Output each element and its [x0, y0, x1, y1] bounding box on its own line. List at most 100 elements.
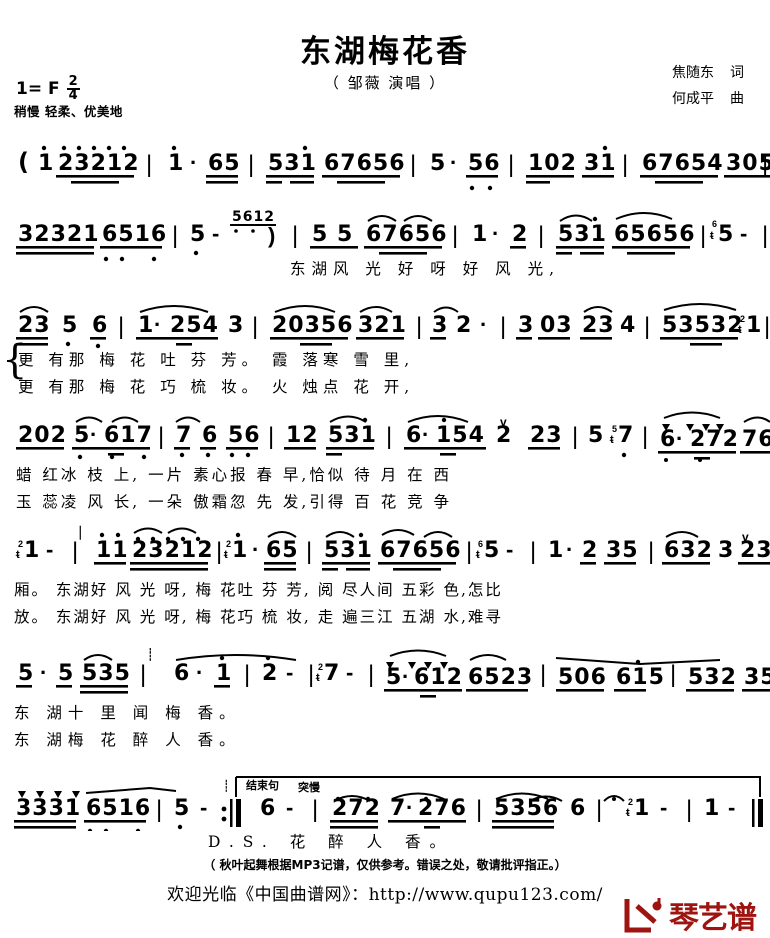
- svg-text:612: 612: [414, 665, 463, 690]
- svg-text:6: 6: [406, 423, 421, 448]
- svg-text:272: 272: [690, 427, 739, 452]
- coda-icon-2: 𝄄: [225, 778, 227, 798]
- svg-text:|: |: [312, 796, 318, 823]
- svg-text:|: |: [306, 538, 312, 565]
- svg-text:|: |: [72, 538, 78, 565]
- svg-text:·: ·: [492, 221, 499, 246]
- svg-text:|: |: [500, 313, 506, 340]
- line-7-notation: 3331 6516 | 5 - 𝄄 结束句 突慢 6 - | 272 7 · 2…: [14, 776, 763, 834]
- svg-text:·: ·: [422, 422, 429, 447]
- svg-text:|: |: [308, 661, 314, 688]
- svg-text:2: 2: [18, 539, 23, 549]
- svg-text:5 5: 5 5: [312, 222, 353, 247]
- svg-text:65656: 65656: [614, 222, 696, 247]
- svg-text:·: ·: [196, 660, 203, 685]
- svg-text:|: |: [670, 661, 676, 688]
- svg-text:2: 2: [740, 314, 745, 324]
- svg-text:|: |: [452, 222, 458, 249]
- svg-text:|: |: [622, 151, 628, 178]
- line-6-notation: 5 · 5 535 | 𝄄 6 · 1 | 2 - | 2 ᵵ 7 - | 5 …: [16, 646, 770, 698]
- svg-text:|: |: [292, 222, 298, 249]
- svg-text:6: 6: [174, 661, 189, 686]
- svg-text:2: 2: [512, 222, 527, 247]
- svg-text:3: 3: [432, 313, 447, 338]
- svg-text:1: 1: [216, 661, 231, 686]
- svg-text:6: 6: [570, 796, 585, 821]
- svg-text:7: 7: [176, 423, 191, 448]
- composer-role: 曲: [730, 91, 744, 107]
- coda-icon: 𝄄: [149, 648, 151, 667]
- svg-text:|: |: [764, 313, 770, 340]
- svg-text:11: 11: [96, 538, 129, 563]
- svg-text:5: 5: [58, 661, 73, 686]
- svg-text:5: 5: [74, 423, 89, 448]
- svg-text:|: |: [146, 151, 152, 178]
- logo-text: 琴艺谱: [669, 901, 757, 936]
- svg-text:1: 1: [548, 538, 563, 563]
- svg-text:ᵵ: ᵵ: [315, 672, 320, 684]
- svg-text:5: 5: [430, 151, 445, 176]
- svg-text:·: ·: [252, 537, 259, 562]
- svg-text:532: 532: [688, 665, 737, 690]
- composer-line: 何成平曲: [672, 86, 744, 112]
- svg-text:|: |: [644, 313, 650, 340]
- svg-text:|: |: [244, 661, 250, 688]
- coda-label: 结束句: [245, 778, 279, 792]
- svg-text:23: 23: [582, 313, 615, 338]
- svg-text:1: 1: [168, 151, 183, 176]
- svg-text:·: ·: [450, 150, 457, 175]
- svg-text:1: 1: [634, 796, 649, 821]
- svg-text:2: 2: [496, 423, 511, 448]
- svg-text:6516: 6516: [86, 796, 151, 821]
- svg-text:5: 5: [718, 222, 733, 247]
- svg-text:7656: 7656: [742, 427, 770, 452]
- svg-text:|: |: [410, 151, 416, 178]
- svg-text:-: -: [46, 537, 53, 562]
- score-line-4: 202 5 · 617 | 7 6 56 | 12 531 | 6 · 154 …: [0, 410, 770, 510]
- svg-text:4: 4: [620, 313, 635, 338]
- svg-text:7: 7: [618, 423, 633, 448]
- svg-text:ᵵ: ᵵ: [609, 434, 614, 446]
- svg-text:ᵵ: ᵵ: [737, 324, 742, 336]
- svg-text:5: 5: [588, 423, 603, 448]
- svg-text:506: 506: [558, 665, 607, 690]
- svg-text:615: 615: [616, 665, 665, 690]
- svg-text:|: |: [156, 796, 162, 823]
- svg-text:|: |: [648, 538, 654, 565]
- svg-text:1: 1: [38, 151, 53, 176]
- sheet-music-page: 东湖梅花香 （ 邹薇 演唱 ） 1= F 2 4 稍慢 轻柔、优美地 焦随东词 …: [0, 0, 770, 938]
- svg-text:3: 3: [718, 538, 733, 563]
- credits: 焦随东词 何成平曲: [672, 60, 744, 112]
- svg-text:·: ·: [40, 660, 47, 685]
- svg-text:|: |: [172, 222, 178, 249]
- line-3-notation: 23 5 6 | 1 · 254 3 | 20356 321 | 3 2 · |…: [16, 303, 770, 349]
- performer-subtitle: （ 邹薇 演唱 ）: [323, 74, 447, 92]
- line-2-lyrics-1: 东湖风 光 好 呀 好 风 光,: [290, 260, 560, 278]
- qupu-logo[interactable]: 琴艺谱: [621, 893, 757, 937]
- svg-text:|: |: [118, 313, 124, 340]
- line-2-notation: 32321 6516 | 5 - 5612 ) | 5 5 67656 | 1 …: [16, 209, 768, 262]
- svg-text:202: 202: [18, 423, 67, 448]
- svg-text:ᵵ: ᵵ: [475, 549, 480, 561]
- svg-text:|: |: [538, 222, 544, 249]
- svg-text:20356: 20356: [272, 313, 354, 338]
- svg-text:5: 5: [18, 661, 33, 686]
- svg-text:1: 1: [746, 313, 761, 338]
- line-4-lyrics-1: 蜡 红冰 枝 上, 一片 素心报 春 早,恰似 待 月 在 西: [16, 466, 453, 484]
- svg-text:65: 65: [266, 538, 299, 563]
- svg-text:-: -: [212, 221, 219, 246]
- svg-text:·: ·: [480, 312, 487, 337]
- composer-name: 何成平: [672, 91, 714, 107]
- svg-text:|: |: [386, 423, 392, 450]
- line-5-lyrics-1: 厢。 东湖好 风 光 呀, 梅 花吐 芬 芳, 阅 尽人间 五彩 色,怎比: [14, 581, 503, 599]
- svg-text:6: 6: [712, 219, 717, 229]
- svg-text:ᵵ: ᵵ: [15, 549, 20, 561]
- line-5-notation: 2 ᵵ 1 - | 𝄀 11 23212 | 2 ᵵ 1 · 65 | 531 …: [15, 524, 770, 571]
- svg-text:6: 6: [260, 796, 275, 821]
- svg-text:-: -: [286, 660, 293, 685]
- logo-mark-icon: [624, 898, 662, 933]
- svg-text:·: ·: [154, 312, 161, 337]
- svg-text:35: 35: [606, 538, 639, 563]
- svg-text:|: |: [268, 423, 274, 450]
- svg-text:1: 1: [24, 538, 39, 563]
